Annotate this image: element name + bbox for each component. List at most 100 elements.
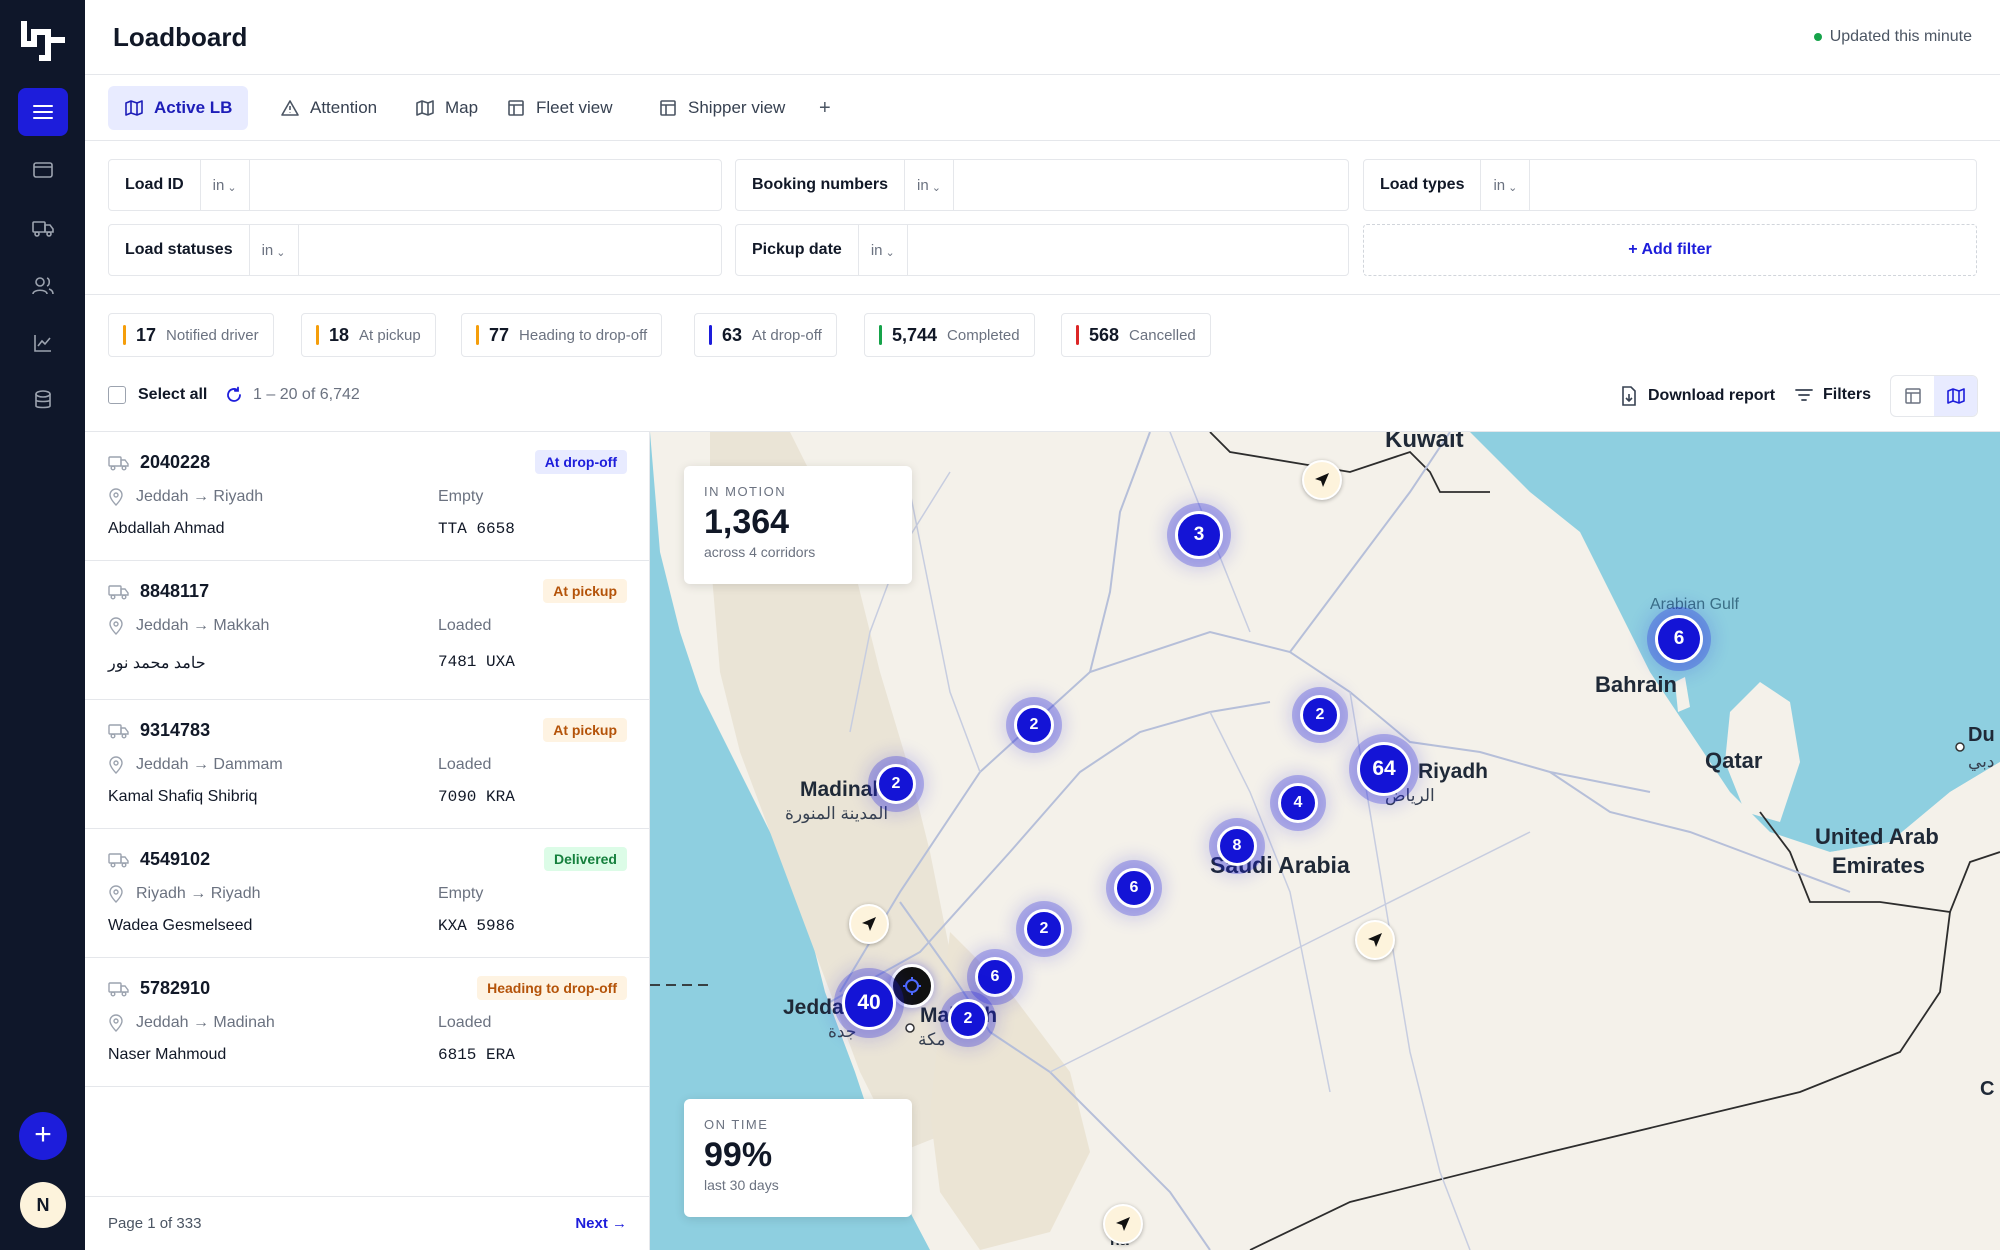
chip-count: 17 (136, 324, 157, 345)
filter-icon (1795, 389, 1813, 401)
map-label-arabian-gulf: Arabian Gulf (1650, 596, 1739, 613)
filter-load-types[interactable]: Load types in ⌄ (1363, 159, 1977, 211)
tab-shipper-view[interactable]: Shipper view (642, 86, 801, 130)
status-chip-completed[interactable]: 5,744 Completed (864, 313, 1035, 357)
on-time-card: ON TIME 99% last 30 days (684, 1099, 912, 1217)
add-filter-button[interactable]: + Add filter (1363, 224, 1977, 276)
divider (85, 294, 2000, 295)
list-item[interactable]: 4549102 Delivered Riyadh → Riyadh Empty … (85, 829, 650, 958)
map-view-button[interactable] (1934, 376, 1977, 416)
map-label-qatar: Qatar (1705, 748, 1763, 773)
card-icon (33, 162, 53, 178)
vehicle-arrow-marker[interactable] (849, 904, 889, 944)
nav-trucks[interactable] (28, 213, 58, 243)
chip-count: 18 (329, 324, 350, 345)
tab-attention[interactable]: Attention (264, 86, 393, 130)
tab-label: Map (445, 98, 479, 117)
vehicle-arrow-marker[interactable] (1103, 1204, 1143, 1244)
map-cluster[interactable]: 2 (1300, 695, 1340, 735)
driver-name: Naser Mahmoud (108, 1046, 227, 1063)
status-badge: Heading to drop-off (477, 976, 627, 1000)
nav-analytics[interactable] (28, 328, 58, 358)
filter-operator[interactable]: in ⌄ (1481, 160, 1531, 210)
refresh-icon[interactable] (225, 386, 243, 404)
map-cluster[interactable]: 8 (1217, 826, 1257, 866)
map-icon (416, 100, 434, 116)
chevron-down-icon: ⌄ (227, 181, 237, 194)
table-view-button[interactable] (1891, 376, 1934, 416)
nav-cards[interactable] (28, 155, 58, 185)
driver-name: Abdallah Ahmad (108, 520, 225, 537)
map-view[interactable]: Kuwait Arabian Gulf Bahrain Qatar Du دبي… (650, 432, 2000, 1250)
select-all-checkbox[interactable] (108, 386, 126, 404)
nav-database[interactable] (28, 385, 58, 415)
status-chip-heading-to-drop-off[interactable]: 77 Heading to drop-off (461, 313, 663, 357)
status-dot-icon (1813, 33, 1822, 41)
filter-operator[interactable]: in ⌄ (250, 225, 299, 275)
stat-value: 1,364 (704, 503, 790, 541)
tab-label: Shipper view (688, 98, 786, 117)
tab-map[interactable]: Map (399, 86, 494, 130)
map-cluster[interactable]: 6 (975, 957, 1015, 997)
vehicle-arrow-marker[interactable] (1355, 920, 1395, 960)
route: Jeddah → Makkah (108, 617, 269, 635)
download-report-button[interactable]: Download report (1620, 386, 1775, 406)
status-bar (879, 325, 882, 345)
map-cluster[interactable]: 6 (1655, 615, 1703, 663)
filter-load-id[interactable]: Load ID in ⌄ (108, 159, 722, 211)
add-tab-button[interactable]: + (803, 86, 847, 130)
table-icon (508, 100, 524, 116)
list-item[interactable]: 5782910 Heading to drop-off Jeddah → Mad… (85, 958, 650, 1087)
route: Jeddah → Dammam (108, 756, 283, 774)
truck-icon (32, 221, 54, 237)
warning-icon (281, 100, 299, 116)
updated-text: Updated this minute (1829, 28, 1972, 45)
map-cluster[interactable]: 2 (1014, 705, 1054, 745)
status-chip-cancelled[interactable]: 568 Cancelled (1061, 313, 1211, 357)
select-all[interactable]: Select all (108, 386, 207, 404)
map-cluster[interactable]: 2 (1024, 909, 1064, 949)
list-item[interactable]: 9314783 At pickup Jeddah → Dammam Loaded… (85, 700, 650, 829)
filter-operator[interactable]: in ⌄ (905, 160, 954, 210)
filters-button[interactable]: Filters (1795, 386, 1871, 404)
result-range: 1 – 20 of 6,742 (225, 386, 360, 404)
load-id-text: 4549102 (140, 849, 211, 869)
status-chip-at-drop-off[interactable]: 63 At drop-off (694, 313, 837, 357)
load-id-text: 8848117 (140, 581, 210, 601)
chip-label: Notified driver (166, 326, 259, 344)
filter-pickup-date[interactable]: Pickup date in ⌄ (735, 224, 1349, 276)
map-cluster[interactable]: 4 (1278, 783, 1318, 823)
selected-vehicle-marker[interactable] (890, 964, 934, 1008)
tab-label: Fleet view (536, 98, 613, 117)
driver-name: حامد محمد نور (108, 655, 206, 672)
nav-users[interactable] (28, 271, 58, 301)
page-title: Loadboard (113, 22, 248, 52)
tab-active-lb[interactable]: Active LB (108, 86, 249, 130)
filter-load-statuses[interactable]: Load statuses in ⌄ (108, 224, 722, 276)
create-button[interactable]: + (19, 1112, 67, 1160)
map-label-madinah: Madinah (800, 778, 886, 801)
map-cluster[interactable]: 3 (1175, 511, 1223, 559)
status-chip-notified-driver[interactable]: 17 Notified driver (108, 313, 274, 357)
list-item[interactable]: 2040228 At drop-off Jeddah → Riyadh Empt… (85, 432, 650, 561)
map-cluster[interactable]: 2 (948, 999, 988, 1039)
map-cluster[interactable]: 6 (1114, 868, 1154, 908)
load-state: Empty (438, 885, 484, 902)
route-text: Jeddah → Dammam (136, 756, 283, 773)
vehicle-arrow-marker[interactable] (1302, 460, 1342, 500)
map-cluster[interactable]: 40 (842, 976, 896, 1030)
updated-status: Updated this minute (1813, 28, 1972, 46)
tab-fleet-view[interactable]: Fleet view (490, 86, 629, 130)
filter-operator[interactable]: in ⌄ (859, 225, 908, 275)
filter-operator[interactable]: in ⌄ (201, 160, 250, 210)
menu-button[interactable] (18, 88, 68, 136)
route-text: Jeddah → Madinah (136, 1014, 275, 1031)
truck-icon (108, 852, 129, 867)
status-chip-at-pickup[interactable]: 18 At pickup (301, 313, 436, 357)
filter-booking-numbers[interactable]: Booking numbers in ⌄ (735, 159, 1349, 211)
map-cluster[interactable]: 2 (876, 764, 916, 804)
map-cluster[interactable]: 64 (1357, 742, 1411, 796)
list-item[interactable]: 8848117 At pickup Jeddah → Makkah Loaded… (85, 561, 650, 700)
avatar[interactable]: N (20, 1182, 66, 1228)
next-page-link[interactable]: Next → (575, 1215, 627, 1232)
